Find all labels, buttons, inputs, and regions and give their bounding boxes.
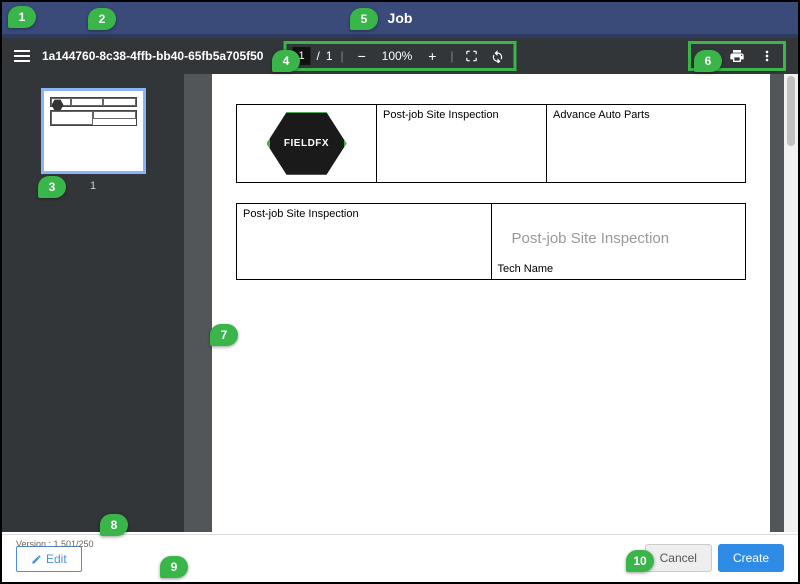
footer-bar: Version : 1.501/250 Edit Cancel Create [2,534,798,582]
cancel-button[interactable]: Cancel [645,544,712,572]
page-thumbnail[interactable] [41,88,146,174]
document-viewport[interactable]: FIELDFX Post-job Site Inspection Advance… [184,74,784,532]
header-cell-title: Post-job Site Inspection [377,105,547,183]
main-area: 1 FIELDFX Post-job Site Inspection Advan… [2,74,798,532]
version-text: Version : 1.501/250 [16,539,94,549]
app-header: Job [2,2,798,38]
logo-cell: FIELDFX [237,105,377,183]
document-page: FIELDFX Post-job Site Inspection Advance… [212,74,770,532]
thumbnail-sidebar: 1 [2,74,184,532]
page-sep: / [317,49,320,63]
download-button[interactable] [697,46,717,66]
rotate-button[interactable] [487,46,507,66]
fieldfx-logo: FIELDFX [267,110,347,178]
pdf-toolbar: 1a144760-8c38-4ffb-bb40-65fb5a705f50 / 1… [2,38,798,74]
zoom-in-button[interactable]: + [422,46,442,66]
pencil-icon [31,554,42,565]
header-table: FIELDFX Post-job Site Inspection Advance… [236,104,746,183]
thumbnail-page-number: 1 [90,180,96,192]
filename: 1a144760-8c38-4ffb-bb40-65fb5a705f50 [42,49,263,63]
menu-icon[interactable] [14,50,30,62]
fit-page-button[interactable] [461,46,481,66]
print-button[interactable] [727,46,747,66]
create-button[interactable]: Create [718,544,784,572]
toolbar-center-group: / 1 | − 100% + | [284,41,517,71]
tech-name-label: Tech Name [498,263,554,275]
zoom-value: 100% [378,49,417,63]
body-cell-left: Post-job Site Inspection [237,204,492,280]
more-button[interactable] [757,46,777,66]
page-input[interactable] [293,47,311,65]
toolbar-right-group [688,41,786,71]
body-table: Post-job Site Inspection Post-job Site I… [236,203,746,280]
scrollbar[interactable] [784,74,798,532]
header-cell-customer: Advance Auto Parts [547,105,746,183]
zoom-out-button[interactable]: − [352,46,372,66]
header-title: Job [388,10,413,26]
edit-button[interactable]: Edit [16,546,82,572]
page-total: 1 [326,49,333,63]
body-cell-right: Post-job Site Inspection Tech Name [491,204,746,280]
watermark-text: Post-job Site Inspection [512,230,670,247]
